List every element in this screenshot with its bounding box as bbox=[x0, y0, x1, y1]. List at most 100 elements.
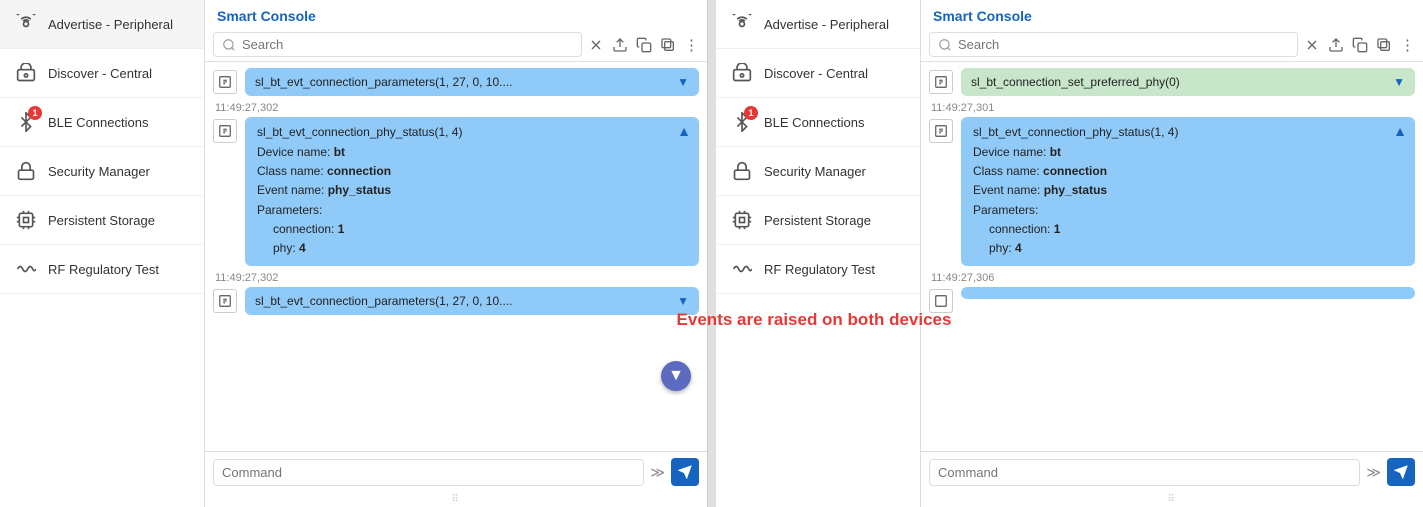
right-search-wrap[interactable] bbox=[929, 32, 1298, 57]
command-expand-icon-right[interactable]: ≫ bbox=[1366, 464, 1381, 481]
cpu-icon-2 bbox=[730, 208, 754, 232]
lock-icon-2 bbox=[730, 159, 754, 183]
copy-icon-right[interactable] bbox=[1352, 37, 1368, 53]
event-bubble-partial bbox=[961, 287, 1415, 299]
sidebar-item-advertise[interactable]: Advertise - Peripheral bbox=[0, 0, 204, 49]
sidebar-label-security2: Security Manager bbox=[764, 164, 866, 179]
sidebar-label-security: Security Manager bbox=[48, 164, 150, 179]
bluetooth-icon: 1 bbox=[14, 110, 38, 134]
more-icon-right[interactable]: ⋮ bbox=[1400, 36, 1415, 54]
collapse-button-right[interactable]: ▲ bbox=[1393, 123, 1407, 139]
class-name-value-right: connection bbox=[1043, 164, 1107, 178]
param-connection-right: connection: 1 bbox=[973, 220, 1403, 239]
export-icon-right[interactable] bbox=[1328, 37, 1344, 53]
right-console-body[interactable]: sl_bt_connection_set_preferred_phy(0) ▼ … bbox=[921, 62, 1423, 451]
device-name-value: bt bbox=[334, 145, 345, 159]
sidebar-label-ble2: BLE Connections bbox=[764, 115, 864, 130]
sidebar-item-discover[interactable]: Discover - Central bbox=[0, 49, 204, 98]
event-bubble-green: sl_bt_connection_set_preferred_phy(0) ▼ bbox=[961, 68, 1415, 96]
command-send-button-right[interactable] bbox=[1387, 458, 1415, 486]
right-command-input[interactable] bbox=[929, 459, 1360, 486]
left-console-body[interactable]: sl_bt_evt_connection_parameters(1, 27, 0… bbox=[205, 62, 707, 451]
event-name-value-right: phy_status bbox=[1044, 183, 1107, 197]
send-icon bbox=[678, 465, 692, 479]
scroll-down-button[interactable]: ▼ bbox=[661, 361, 691, 391]
command-expand-icon[interactable]: ≫ bbox=[650, 464, 665, 481]
export-icon[interactable] bbox=[612, 37, 628, 53]
sidebar-label-regulatory: RF Regulatory Test bbox=[48, 262, 159, 277]
right-search-input[interactable] bbox=[958, 37, 1289, 52]
resize-handle-right[interactable]: ⠿ bbox=[921, 492, 1423, 507]
parameters-label-right: Parameters: bbox=[973, 201, 1403, 220]
event-title-expanded-right: sl_bt_evt_connection_phy_status(1, 4) bbox=[973, 125, 1403, 139]
sidebar-label-advertise: Advertise - Peripheral bbox=[48, 17, 173, 32]
left-panel: Smart Console bbox=[205, 0, 708, 507]
panel-divider[interactable] bbox=[708, 0, 716, 507]
expand-button-2[interactable]: ▼ bbox=[677, 294, 689, 308]
event-detail: Device name: bt Class name: connection E… bbox=[257, 143, 687, 258]
left-search-wrap[interactable] bbox=[213, 32, 582, 57]
timestamp-1: 11:49:27,302 bbox=[213, 102, 699, 114]
right-command-bar: ≫ bbox=[921, 451, 1423, 492]
expand-button[interactable]: ▼ bbox=[677, 75, 689, 89]
expand-button-green[interactable]: ▼ bbox=[1393, 75, 1405, 89]
clear-filter-icon[interactable] bbox=[588, 37, 604, 53]
right-toolbar-icons: ⋮ bbox=[1304, 36, 1415, 54]
sidebar-label-storage2: Persistent Storage bbox=[764, 213, 871, 228]
more-icon[interactable]: ⋮ bbox=[684, 36, 699, 54]
param-connection: connection: 1 bbox=[257, 220, 687, 239]
sidebar-item-discover2[interactable]: Discover - Central bbox=[716, 49, 920, 98]
right-search-bar: ⋮ bbox=[921, 28, 1423, 62]
sidebar-label-discover: Discover - Central bbox=[48, 66, 152, 81]
event-title: sl_bt_evt_connection_parameters(1, 27, 0… bbox=[255, 75, 513, 89]
device-name-label: Device name: bbox=[257, 145, 334, 159]
ble-badge-2: 1 bbox=[744, 106, 758, 120]
parameters-label: Parameters: bbox=[257, 201, 687, 220]
event-title-expanded: sl_bt_evt_connection_phy_status(1, 4) bbox=[257, 125, 687, 139]
copy2-icon-right[interactable] bbox=[1376, 37, 1392, 53]
event-bubble-collapsed-0: sl_bt_evt_connection_parameters(1, 27, 0… bbox=[245, 68, 699, 96]
resize-handle-left[interactable]: ⠿ bbox=[205, 492, 707, 507]
sidebar-item-regulatory[interactable]: RF Regulatory Test bbox=[0, 245, 204, 294]
sidebar-item-advertise2[interactable]: Advertise - Peripheral bbox=[716, 0, 920, 49]
left-console-title: Smart Console bbox=[205, 0, 707, 28]
search-icon-right bbox=[938, 38, 952, 52]
device-name-label-right: Device name: bbox=[973, 145, 1050, 159]
sidebar-item-storage2[interactable]: Persistent Storage bbox=[716, 196, 920, 245]
left-search-input[interactable] bbox=[242, 37, 573, 52]
sidebar-label-ble: BLE Connections bbox=[48, 115, 148, 130]
sidebar-right: Advertise - Peripheral Discover - Centra… bbox=[716, 0, 921, 507]
sidebar-item-security2[interactable]: Security Manager bbox=[716, 147, 920, 196]
main-content: Smart Console bbox=[205, 0, 1423, 507]
sidebar-item-storage[interactable]: Persistent Storage bbox=[0, 196, 204, 245]
event-name-label: Event name: bbox=[257, 183, 328, 197]
table-row: sl_bt_connection_set_preferred_phy(0) ▼ bbox=[929, 68, 1415, 96]
lock-icon bbox=[14, 159, 38, 183]
sidebar-label-discover2: Discover - Central bbox=[764, 66, 868, 81]
wifi-icon-2 bbox=[730, 12, 754, 36]
sidebar-label-advertise2: Advertise - Peripheral bbox=[764, 17, 889, 32]
table-row: sl_bt_evt_connection_parameters(1, 27, 0… bbox=[213, 287, 699, 315]
sidebar-item-security[interactable]: Security Manager bbox=[0, 147, 204, 196]
search-icon-left bbox=[222, 38, 236, 52]
table-row: sl_bt_evt_connection_parameters(1, 27, 0… bbox=[213, 68, 699, 96]
command-send-button[interactable] bbox=[671, 458, 699, 486]
ble-badge: 1 bbox=[28, 106, 42, 120]
wave-icon-2 bbox=[730, 257, 754, 281]
left-command-input[interactable] bbox=[213, 459, 644, 486]
clear-filter-icon-right[interactable] bbox=[1304, 37, 1320, 53]
sidebar-item-regulatory2[interactable]: RF Regulatory Test bbox=[716, 245, 920, 294]
collapse-button[interactable]: ▲ bbox=[677, 123, 691, 139]
sidebar-item-ble[interactable]: 1 BLE Connections bbox=[0, 98, 204, 147]
radio-icon-2 bbox=[730, 61, 754, 85]
right-panel: Smart Console bbox=[921, 0, 1423, 507]
copy2-icon[interactable] bbox=[660, 37, 676, 53]
sidebar-item-ble2[interactable]: 1 BLE Connections bbox=[716, 98, 920, 147]
wave-icon bbox=[14, 257, 38, 281]
event-name-value: phy_status bbox=[328, 183, 391, 197]
copy-icon[interactable] bbox=[636, 37, 652, 53]
timestamp-right-1: 11:49:27,301 bbox=[929, 102, 1415, 114]
event-icon-green bbox=[929, 70, 953, 94]
left-toolbar-icons: ⋮ bbox=[588, 36, 699, 54]
right-console-title: Smart Console bbox=[921, 0, 1423, 28]
